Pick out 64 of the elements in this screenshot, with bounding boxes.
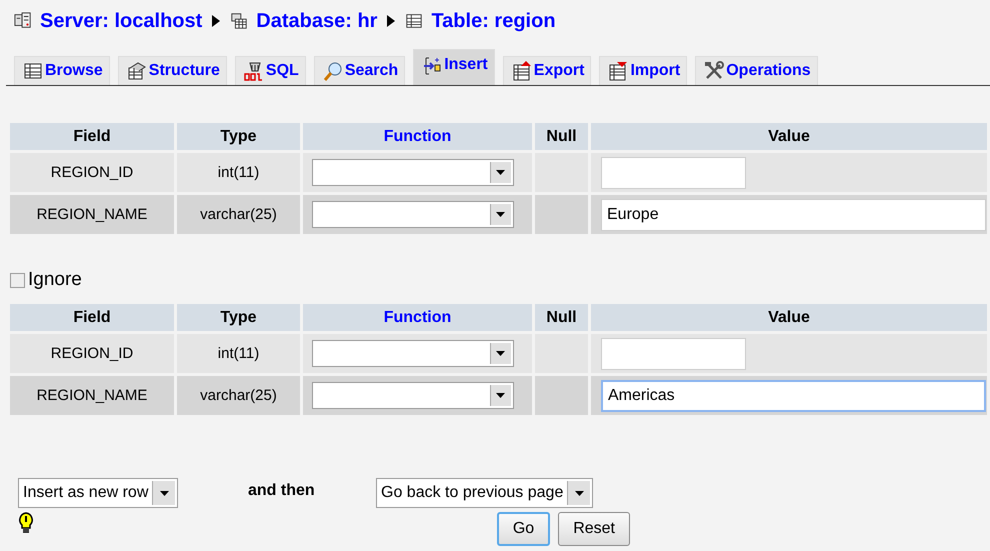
dropdown[interactable] — [312, 201, 514, 228]
dropdown[interactable] — [312, 382, 514, 409]
table-cell: REGION_NAME — [10, 195, 174, 234]
caret-down-icon — [496, 393, 505, 398]
dropdown[interactable]: Go back to previous page — [376, 478, 594, 508]
input-field[interactable]: Americas — [601, 380, 986, 412]
column-header-link[interactable]: Function — [303, 123, 532, 150]
caret-down-icon — [160, 490, 169, 496]
table-cell: varchar(25) — [177, 195, 300, 234]
tab[interactable]: SQL — [234, 56, 306, 85]
input-field[interactable]: Europe — [601, 198, 986, 230]
caret-down-icon — [496, 351, 505, 356]
arrow-right-icon — [387, 15, 396, 27]
column-header: Field — [10, 304, 174, 331]
tab[interactable]: Insert — [413, 49, 495, 85]
caret-down-icon — [496, 170, 505, 175]
column-header: Field — [10, 123, 174, 150]
database-icon — [230, 12, 248, 30]
checkbox[interactable] — [10, 272, 25, 288]
tab[interactable]: Export — [502, 56, 592, 85]
table-edit-icon — [126, 61, 147, 81]
tab[interactable]: Search — [314, 56, 406, 85]
table-cell: REGION_ID — [10, 334, 174, 373]
tools-icon — [704, 61, 724, 81]
table-cell: REGION_NAME — [10, 376, 174, 415]
label: and then — [247, 481, 316, 501]
table-icon — [405, 12, 424, 30]
column-header: Null — [535, 304, 588, 331]
column-header: Value — [591, 123, 987, 150]
dropdown[interactable] — [312, 340, 514, 367]
input-field[interactable] — [601, 338, 746, 370]
table-cell: REGION_ID — [10, 153, 174, 192]
column-header-link[interactable]: Function — [303, 304, 532, 331]
tab[interactable]: Structure — [118, 56, 227, 85]
server-icon — [14, 12, 32, 30]
column-header: Type — [177, 123, 300, 150]
breadcrumb-link[interactable]: Database: hr — [256, 10, 378, 32]
table-cell: int(11) — [177, 153, 300, 192]
button[interactable]: Go — [496, 512, 550, 546]
column-header: Type — [177, 304, 300, 331]
table-cell: varchar(25) — [177, 376, 300, 415]
column-header: Value — [591, 304, 987, 331]
caret-down-icon — [574, 490, 584, 496]
tab[interactable]: Browse — [14, 56, 110, 85]
lightbulb-icon — [18, 512, 34, 534]
import-table-icon — [608, 61, 628, 81]
dropdown[interactable]: Insert as new row — [18, 478, 178, 508]
checkbox-label: Ignore — [28, 269, 82, 291]
arrow-right-icon — [212, 15, 220, 27]
dropdown[interactable] — [312, 159, 514, 186]
column-header: Null — [535, 123, 588, 150]
insert-row-icon — [422, 56, 442, 76]
breadcrumb-link[interactable]: Table: region — [431, 10, 556, 32]
table-cell: int(11) — [177, 334, 300, 373]
caret-down-icon — [496, 212, 505, 217]
search-icon — [322, 61, 343, 81]
table-icon — [23, 61, 43, 81]
button[interactable]: Reset — [558, 512, 630, 546]
input-field[interactable] — [601, 156, 746, 188]
export-table-icon — [512, 61, 532, 81]
breadcrumb-link[interactable]: Server: localhost — [40, 10, 202, 32]
tab[interactable]: Import — [599, 56, 688, 85]
tab[interactable]: Operations — [695, 56, 818, 85]
sql-icon — [244, 61, 264, 81]
